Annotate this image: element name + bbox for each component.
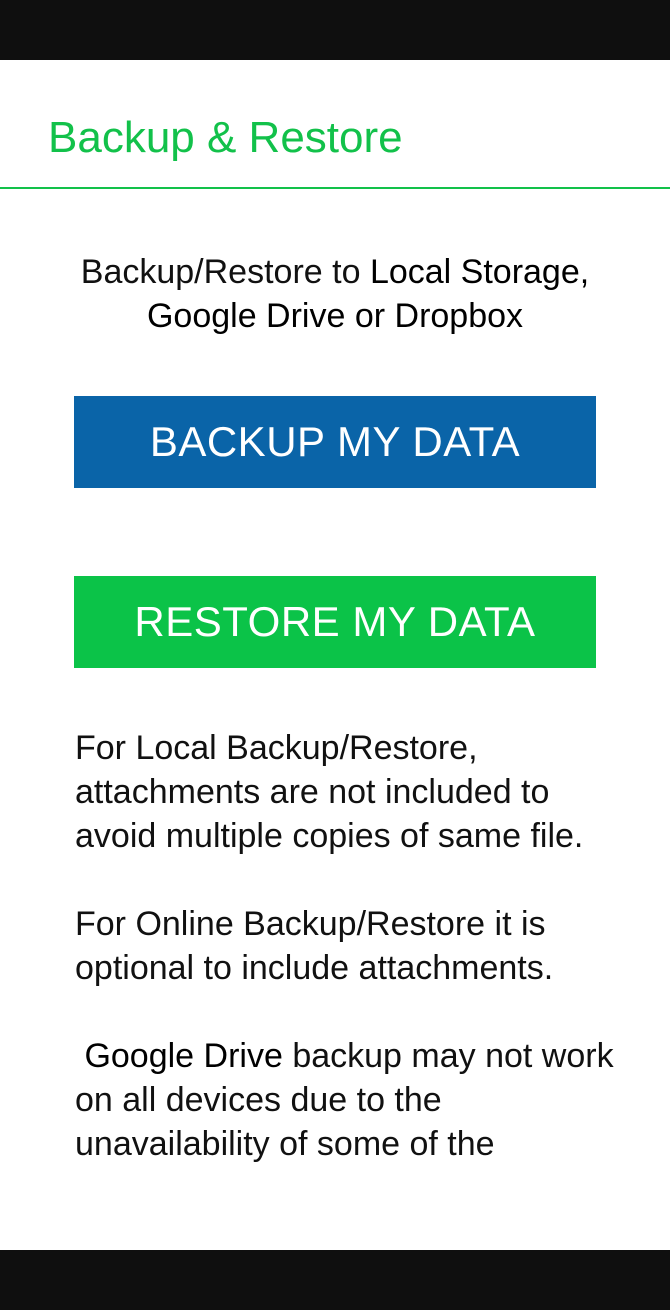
header-divider (0, 187, 670, 189)
intro-prefix: Backup/Restore to (80, 253, 370, 291)
intro-text: Backup/Restore to Local Storage, Google … (30, 250, 640, 338)
page-title: Backup & Restore (48, 113, 403, 162)
restore-button[interactable]: RESTORE MY DATA (74, 576, 596, 668)
backup-button[interactable]: BACKUP MY DATA (74, 396, 596, 488)
online-backup-note: For Online Backup/Restore it is optional… (75, 905, 554, 987)
backup-button-label: BACKUP MY DATA (149, 418, 521, 465)
google-drive-note: Google Drive backup may not work on all … (75, 1034, 615, 1166)
info-section: For Local Backup/Restore, attachments ar… (75, 726, 615, 1210)
local-backup-note: For Local Backup/Restore, attachments ar… (75, 729, 584, 855)
google-drive-label: Google Drive (84, 1037, 283, 1075)
status-bar (0, 0, 670, 60)
navigation-bar (0, 1250, 670, 1310)
restore-button-label: RESTORE MY DATA (134, 598, 536, 645)
